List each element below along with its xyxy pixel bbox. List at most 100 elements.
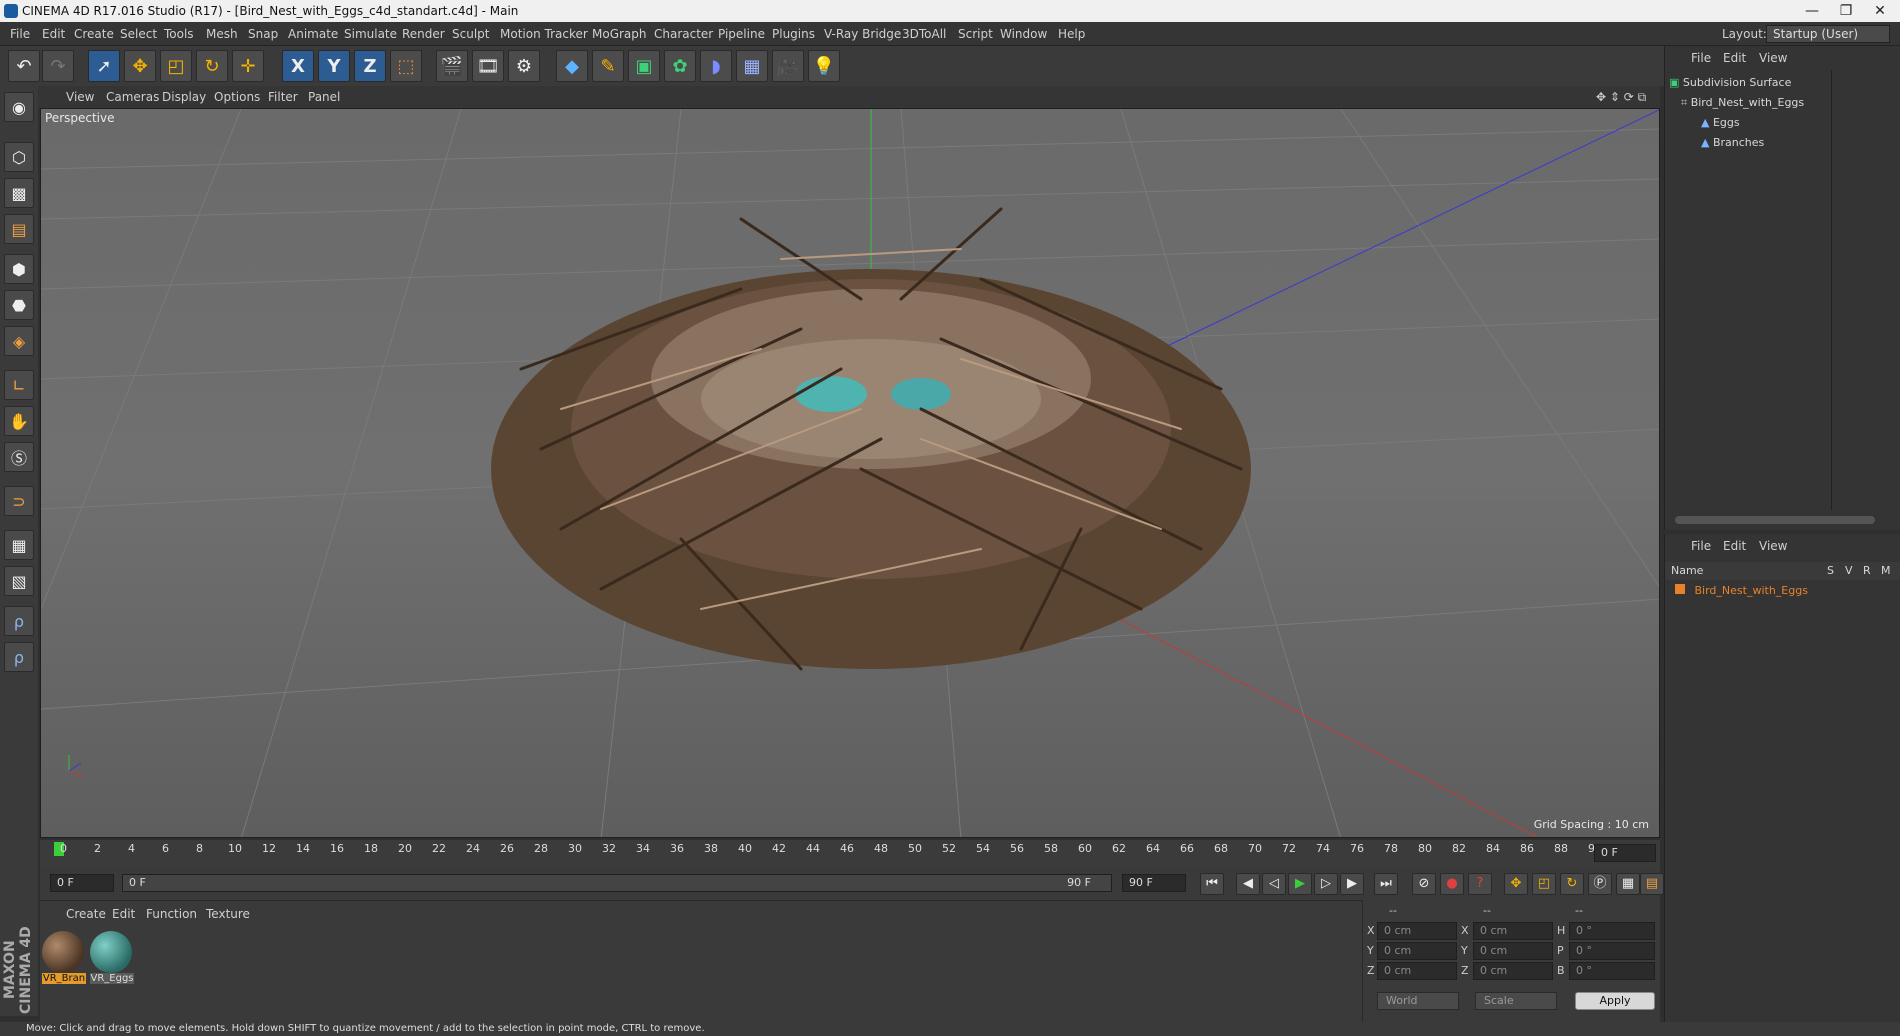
position-y-field[interactable]: 0 cm (1377, 942, 1457, 960)
key-position-icon[interactable]: ✥ (1504, 873, 1528, 895)
object-menu-view[interactable]: View (1759, 51, 1787, 65)
layout-select[interactable]: Startup (User) (1766, 25, 1890, 43)
texture-mode-icon[interactable]: ▩ (4, 178, 34, 208)
axis-y-toggle[interactable]: Y (318, 50, 350, 82)
start-frame-field[interactable]: 0 F (50, 874, 114, 892)
layer-row[interactable]: Bird_Nest_with_Eggs (1675, 582, 1825, 600)
frame-range-slider[interactable]: 0 F 90 F (122, 874, 1112, 892)
menu-help[interactable]: Help (1058, 27, 1085, 41)
object-menu-file[interactable]: File (1691, 51, 1711, 65)
previous-key-icon[interactable]: ◀ (1236, 873, 1260, 895)
layer-menu-view[interactable]: View (1759, 539, 1787, 553)
viewport-3d[interactable]: Perspective Grid Spacing : 10 cm (40, 108, 1660, 838)
coordinate-space-select[interactable]: World (1377, 992, 1459, 1010)
material-menu-edit[interactable]: Edit (112, 907, 135, 921)
grid-snap-icon[interactable]: ▧ (4, 566, 34, 596)
polygons-mode-icon[interactable]: ◈ (4, 326, 34, 356)
position-z-field[interactable]: 0 cm (1377, 962, 1457, 980)
light-icon[interactable]: 💡 (808, 50, 840, 82)
viewport-menu-panel[interactable]: Panel (308, 90, 340, 104)
render-settings-icon[interactable]: ⚙ (508, 50, 540, 82)
menu-plugins[interactable]: Plugins (772, 27, 815, 41)
axis-z-toggle[interactable]: Z (354, 50, 386, 82)
select-tool-icon[interactable]: ➚ (88, 50, 120, 82)
menu-snap[interactable]: Snap (248, 27, 278, 41)
menu-3dtoall[interactable]: 3DToAll (902, 27, 946, 41)
camera-icon[interactable]: 🎥 (772, 50, 804, 82)
next-key-icon[interactable]: ▶ (1340, 873, 1364, 895)
current-frame-field[interactable]: 0 F (1594, 844, 1656, 862)
redo-icon[interactable]: ↷ (42, 50, 74, 82)
points-mode-icon[interactable]: ⬢ (4, 254, 34, 284)
python-script-icon[interactable]: ρ (4, 606, 34, 636)
menu-mesh[interactable]: Mesh (206, 27, 238, 41)
menu-sculpt[interactable]: Sculpt (452, 27, 489, 41)
key-scale-icon[interactable]: ◰ (1532, 873, 1556, 895)
pen-spline-icon[interactable]: ✎ (592, 50, 624, 82)
size-x-field[interactable]: 0 cm (1473, 922, 1553, 940)
edges-mode-icon[interactable]: ⬣ (4, 290, 34, 320)
menu-file[interactable]: File (10, 27, 30, 41)
scale-tool-icon[interactable]: ◰ (160, 50, 192, 82)
move-tool-icon[interactable]: ✥ (124, 50, 156, 82)
render-view-icon[interactable]: 🎬 (436, 50, 468, 82)
layer-menu-file[interactable]: File (1691, 539, 1711, 553)
go-to-end-icon[interactable]: ⏭ (1374, 873, 1398, 895)
object-row-subdivision[interactable]: ▣ Subdivision Surface (1669, 74, 1829, 92)
object-menu-edit[interactable]: Edit (1723, 51, 1746, 65)
solo-mode-icon[interactable]: Ⓢ (4, 442, 34, 472)
object-row-eggs[interactable]: ▲ Eggs (1701, 114, 1861, 132)
cloner-icon[interactable]: ✿ (664, 50, 696, 82)
close-button[interactable]: ✕ (1860, 2, 1900, 20)
python-script-2-icon[interactable]: ρ (4, 642, 34, 672)
menu-animate[interactable]: Animate (288, 27, 338, 41)
end-frame-field[interactable]: 90 F (1122, 874, 1186, 892)
next-frame-icon[interactable]: ▷ (1314, 873, 1338, 895)
workplane-mode-icon[interactable]: ▤ (4, 214, 34, 244)
rotation-p-field[interactable]: 0 ° (1569, 942, 1655, 960)
cube-object-icon[interactable]: ◆ (556, 50, 588, 82)
size-z-field[interactable]: 0 cm (1473, 962, 1553, 980)
menu-motion-tracker[interactable]: Motion Tracker (500, 27, 588, 41)
viewport-navigation-icon[interactable]: ✥ ⇕ ⟳ ⧉ (1596, 90, 1646, 105)
autokey-icon[interactable]: ? (1468, 873, 1492, 895)
material-menu-create[interactable]: Create (66, 907, 106, 921)
timeline-window-icon[interactable]: ▤ (1640, 873, 1664, 895)
menu-script[interactable]: Script (958, 27, 993, 41)
tweak-mode-icon[interactable]: ✋ (4, 406, 34, 436)
menu-simulate[interactable]: Simulate (344, 27, 397, 41)
object-row-nest[interactable]: ⌗ Bird_Nest_with_Eggs (1681, 94, 1841, 112)
timeline-ruler[interactable]: 0 2 4 6 8 10 12 14 16 18 20 22 24 26 28 … (40, 840, 1660, 868)
snap-icon[interactable]: ⊃ (4, 486, 34, 516)
menu-select[interactable]: Select (120, 27, 157, 41)
menu-mograph[interactable]: MoGraph (592, 27, 647, 41)
menu-vray-bridge[interactable]: V-Ray Bridge (824, 27, 901, 41)
size-mode-select[interactable]: Scale (1475, 992, 1557, 1010)
deformer-icon[interactable]: ◗ (700, 50, 732, 82)
rotation-h-field[interactable]: 0 ° (1569, 922, 1655, 940)
viewport-menu-filter[interactable]: Filter (268, 90, 298, 104)
coordinate-system-icon[interactable]: ⬚ (390, 50, 422, 82)
menu-window[interactable]: Window (1000, 27, 1047, 41)
play-icon[interactable]: ▶ (1288, 873, 1312, 895)
layer-menu-edit[interactable]: Edit (1723, 539, 1746, 553)
viewport-menu-cameras[interactable]: Cameras (106, 90, 159, 104)
key-pla-icon[interactable]: ▦ (1616, 873, 1640, 895)
menu-tools[interactable]: Tools (164, 27, 194, 41)
live-select-icon[interactable]: ✛ (232, 50, 264, 82)
floor-icon[interactable]: ▦ (736, 50, 768, 82)
size-y-field[interactable]: 0 cm (1473, 942, 1553, 960)
viewport-menu-options[interactable]: Options (214, 90, 260, 104)
menu-character[interactable]: Character (654, 27, 713, 41)
object-row-branches[interactable]: ▲ Branches (1701, 134, 1861, 152)
keyframe-selection-icon[interactable]: ⊘ (1412, 873, 1436, 895)
menu-edit[interactable]: Edit (42, 27, 65, 41)
render-picture-viewer-icon[interactable]: 🎞 (472, 50, 504, 82)
subdivision-icon[interactable]: ▣ (628, 50, 660, 82)
menu-pipeline[interactable]: Pipeline (718, 27, 765, 41)
material-menu-texture[interactable]: Texture (206, 907, 250, 921)
viewport-menu-view[interactable]: View (66, 90, 94, 104)
key-rotation-icon[interactable]: ↻ (1560, 873, 1584, 895)
previous-frame-icon[interactable]: ◁ (1262, 873, 1286, 895)
record-icon[interactable]: ● (1440, 873, 1464, 895)
